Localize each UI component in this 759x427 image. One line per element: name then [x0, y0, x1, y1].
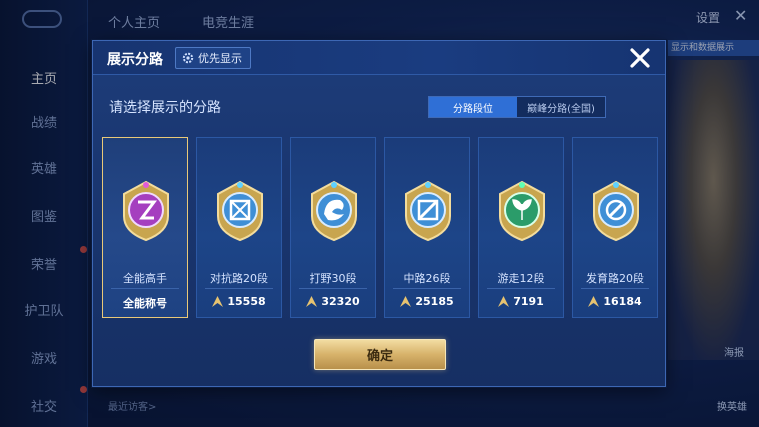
lane-score-value: 全能称号	[123, 297, 167, 310]
lane-points-icon	[212, 296, 224, 307]
lane-label: 对抗路20段	[210, 272, 268, 285]
card-divider	[299, 288, 367, 289]
lane-points-icon	[588, 296, 600, 307]
roam-emblem-icon	[499, 180, 545, 242]
farm-lane-emblem-icon	[593, 180, 639, 242]
lane-points-icon	[400, 296, 412, 307]
lane-score-value: 25185	[415, 295, 454, 308]
lane-mode-toggle: 分路段位 巅峰分路(全国)	[428, 96, 606, 118]
lane-score: 25185	[385, 295, 469, 308]
lane-card-clash[interactable]: 对抗路20段 15558	[196, 137, 282, 318]
lane-score: 全能称号	[103, 295, 187, 311]
lane-display-dialog: 展示分路 优先显示 请选择展示的分路 分路段位 巅峰分路(全国) 全能高手 全能…	[92, 40, 666, 387]
lane-label: 游走12段	[497, 272, 545, 285]
toggle-peak-lane[interactable]: 巅峰分路(全国)	[517, 97, 605, 117]
dialog-header: 展示分路 优先显示	[93, 41, 665, 75]
lane-label: 打野30段	[309, 272, 357, 285]
card-divider	[111, 288, 179, 289]
lane-score: 16184	[573, 295, 657, 308]
lane-card-mid[interactable]: 中路26段 25185	[384, 137, 470, 318]
card-divider	[487, 288, 555, 289]
close-button[interactable]	[625, 43, 655, 73]
gear-icon	[182, 52, 194, 64]
dialog-title: 展示分路	[107, 52, 163, 68]
lane-score-value: 16184	[603, 295, 642, 308]
lane-card-list: 全能高手 全能称号 对抗路20段 15558 打野30段 32320 中路26段…	[102, 137, 660, 318]
lane-card-jungle[interactable]: 打野30段 32320	[290, 137, 376, 318]
lane-score-value: 15558	[227, 295, 266, 308]
dialog-subtitle: 请选择展示的分路	[109, 100, 221, 116]
lane-points-icon	[306, 296, 318, 307]
mid-lane-emblem-icon	[405, 180, 451, 242]
lane-label: 中路26段	[403, 272, 451, 285]
lane-score: 7191	[479, 295, 563, 308]
lane-card-all-round[interactable]: 全能高手 全能称号	[102, 137, 188, 318]
priority-display-button[interactable]: 优先显示	[175, 47, 251, 69]
lane-score-value: 7191	[513, 295, 544, 308]
close-icon	[630, 48, 650, 68]
lane-card-roam[interactable]: 游走12段 7191	[478, 137, 564, 318]
jungle-emblem-icon	[311, 180, 357, 242]
lane-score-value: 32320	[321, 295, 360, 308]
clash-lane-emblem-icon	[217, 180, 263, 242]
card-divider	[205, 288, 273, 289]
priority-display-label: 优先显示	[198, 52, 242, 65]
lane-label: 发育路20段	[586, 272, 644, 285]
toggle-lane-rank[interactable]: 分路段位	[429, 97, 517, 117]
lane-label: 全能高手	[123, 272, 167, 285]
lane-score: 32320	[291, 295, 375, 308]
all-round-emblem-icon	[123, 180, 169, 242]
lane-card-farm[interactable]: 发育路20段 16184	[572, 137, 658, 318]
confirm-button[interactable]: 确定	[314, 339, 446, 370]
lane-score: 15558	[197, 295, 281, 308]
lane-points-icon	[498, 296, 510, 307]
card-divider	[581, 288, 649, 289]
card-divider	[393, 288, 461, 289]
